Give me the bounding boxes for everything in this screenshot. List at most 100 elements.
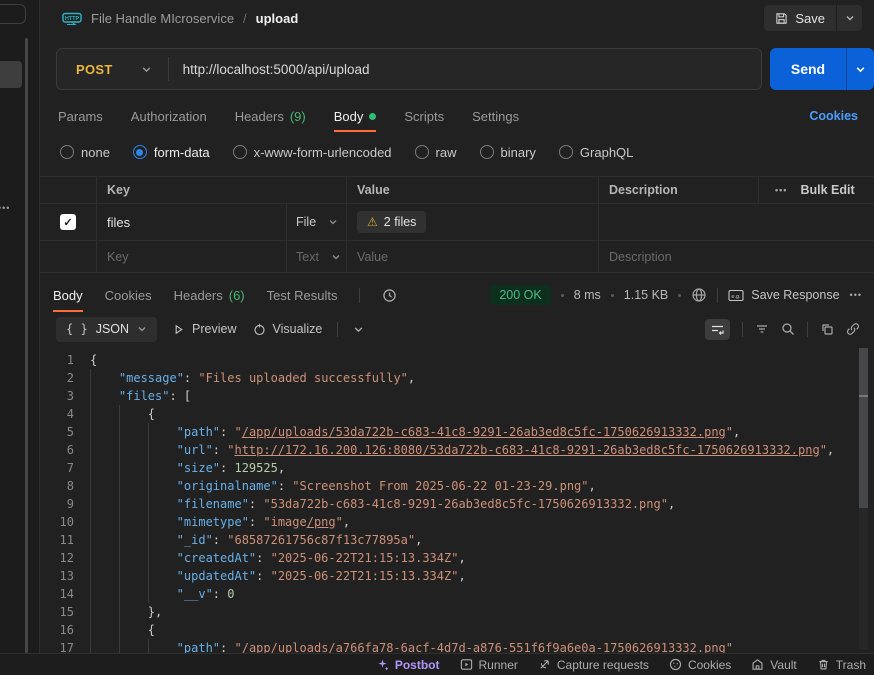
selected-files-badge[interactable]: ⚠ 2 files <box>357 211 426 233</box>
row-enabled-checkbox[interactable]: ✓ <box>60 214 76 230</box>
tab-headers[interactable]: Headers(6) <box>174 278 245 312</box>
sidebar-tab-fragment[interactable] <box>0 4 26 24</box>
type-select[interactable]: File <box>287 204 347 241</box>
viewer-more-menu[interactable] <box>353 324 364 335</box>
tab-count-badge: (9) <box>290 109 306 124</box>
bulk-edit-button[interactable]: Bulk Edit <box>800 183 854 197</box>
search-button[interactable] <box>781 322 795 336</box>
description-input-placeholder[interactable]: Description <box>599 241 874 272</box>
sidebar-scrollbar[interactable] <box>25 38 28 653</box>
key-cell[interactable]: files <box>97 204 287 241</box>
body-type-form-data[interactable]: form-data <box>133 145 210 160</box>
url-input[interactable]: http://localhost:5000/api/upload <box>169 62 370 77</box>
statusbar-vault[interactable]: Vault <box>751 658 796 672</box>
method-selector[interactable]: POST <box>57 62 168 77</box>
code-line: 3"files": [ <box>40 387 874 405</box>
statusbar-capture-requests[interactable]: Capture requests <box>538 658 649 672</box>
save-button[interactable]: Save <box>764 5 836 31</box>
more-options-icon[interactable]: ••• <box>775 185 787 195</box>
body-type-raw[interactable]: raw <box>415 145 457 160</box>
code-line: 6"url": "http://172.16.200.126:8080/53da… <box>40 441 874 459</box>
tab-headers[interactable]: Headers(9) <box>235 100 306 132</box>
indent-guide-icon <box>148 513 177 531</box>
type-select[interactable]: Text <box>287 241 347 272</box>
body-type-x-www-form-urlencoded[interactable]: x-www-form-urlencoded <box>233 145 392 160</box>
tab-authorization[interactable]: Authorization <box>131 100 207 132</box>
tab-body[interactable]: Body <box>334 100 377 132</box>
tab-settings[interactable]: Settings <box>472 100 519 132</box>
statusbar-trash[interactable]: Trash <box>817 658 866 672</box>
wrap-lines-button[interactable] <box>705 319 730 340</box>
statusbar-postbot[interactable]: Postbot <box>376 658 440 672</box>
response-history-button[interactable] <box>382 288 397 303</box>
tab-scripts[interactable]: Scripts <box>404 100 444 132</box>
link-button[interactable] <box>846 322 860 336</box>
preview-button[interactable]: Preview <box>172 322 236 336</box>
value-input-placeholder[interactable]: Value <box>347 241 599 272</box>
body-type-graphql[interactable]: GraphQL <box>559 145 633 160</box>
sidebar-selected-item-fragment[interactable] <box>0 61 22 88</box>
line-number: 8 <box>40 477 90 495</box>
code-line: 14"__v": 0 <box>40 585 874 603</box>
indent-guide-icon <box>119 603 148 621</box>
code-token: , <box>733 425 740 439</box>
filter-button[interactable] <box>755 323 769 335</box>
save-response-label: Save Response <box>751 288 839 302</box>
more-options-icon[interactable]: ••• <box>850 290 862 300</box>
tab-params[interactable]: Params <box>58 100 103 132</box>
statusbar-runner[interactable]: Runner <box>460 658 518 672</box>
cookies-link[interactable]: Cookies <box>809 109 858 123</box>
breadcrumb: HTTP File Handle MIcroservice / upload <box>62 11 298 26</box>
line-number: 9 <box>40 495 90 513</box>
network-info-button[interactable] <box>691 287 707 303</box>
send-menu-button[interactable] <box>847 48 874 90</box>
response-size[interactable]: 1.15 KB <box>624 288 668 302</box>
tab-cookies[interactable]: Cookies <box>105 278 152 312</box>
code-token: "Files uploaded successfully" <box>198 371 408 385</box>
status-badge[interactable]: 200 OK <box>490 285 550 305</box>
save-menu-button[interactable] <box>837 5 862 31</box>
filter-icon <box>755 323 769 335</box>
breadcrumb-request-name[interactable]: upload <box>256 11 299 26</box>
capture-icon <box>538 658 551 671</box>
code-line: 2"message": "Files uploaded successfully… <box>40 369 874 387</box>
code-token: "files" <box>119 389 170 403</box>
body-type-binary[interactable]: binary <box>480 145 536 160</box>
format-selector[interactable]: { } JSON <box>56 317 157 342</box>
line-number: 2 <box>40 369 90 387</box>
send-button[interactable]: Send <box>770 48 846 90</box>
json-link[interactable]: http://172.16.200.126:8080/53da722b-c683… <box>234 443 819 457</box>
copy-button[interactable] <box>820 322 834 336</box>
code-token: "path" <box>177 425 220 439</box>
code-token: "Screenshot From 2025-06-22 01-23-29.png… <box>292 479 588 493</box>
save-response-button[interactable]: e.g. Save Response <box>728 288 839 302</box>
body-type-none[interactable]: none <box>60 145 110 160</box>
indent-guide-icon <box>90 531 119 549</box>
radio-icon <box>133 145 147 159</box>
description-cell[interactable] <box>599 204 874 241</box>
code-token: " <box>234 641 241 653</box>
code-line: 5"path": "/app/uploads/53da722b-c683-41c… <box>40 423 874 441</box>
indent-guide-icon <box>90 459 119 477</box>
code-scrollbar-thumb[interactable] <box>859 348 868 508</box>
tab-test-results[interactable]: Test Results <box>267 278 338 312</box>
json-link[interactable]: /png <box>307 515 336 529</box>
value-cell: ⚠ 2 files <box>347 204 599 241</box>
json-link[interactable]: /app/uploads/a766fa78-6acf-4d7d-a876-551… <box>242 641 726 653</box>
breadcrumb-collection[interactable]: File Handle MIcroservice <box>91 11 234 26</box>
code-token: , <box>458 551 465 565</box>
more-options-icon[interactable]: ••• <box>0 203 10 213</box>
statusbar-cookies[interactable]: Cookies <box>669 658 731 672</box>
tab-body[interactable]: Body <box>53 278 83 312</box>
key-input-placeholder[interactable]: Key <box>97 241 287 272</box>
response-time[interactable]: 8 ms <box>574 288 601 302</box>
body-type-label: binary <box>501 145 536 160</box>
visualize-button[interactable]: Visualize <box>252 322 323 336</box>
wand-icon <box>376 658 389 671</box>
body-type-label: x-www-form-urlencoded <box>254 145 392 160</box>
magic-wand-icon <box>252 322 266 336</box>
code-token: "filename" <box>177 497 249 511</box>
json-link[interactable]: /app/uploads/53da722b-c683-41c8-9291-26a… <box>242 425 726 439</box>
indent-guide-icon <box>90 639 119 653</box>
line-number: 10 <box>40 513 90 531</box>
